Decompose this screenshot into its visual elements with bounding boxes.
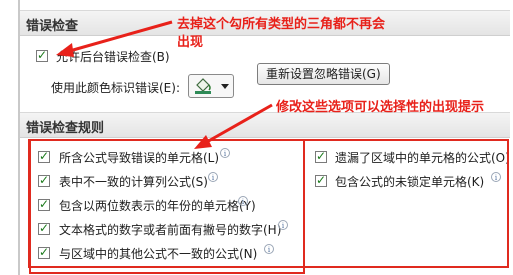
arrow-icon xyxy=(56,20,173,57)
arrow-icon xyxy=(194,103,273,149)
annotation-arrows xyxy=(56,20,273,149)
